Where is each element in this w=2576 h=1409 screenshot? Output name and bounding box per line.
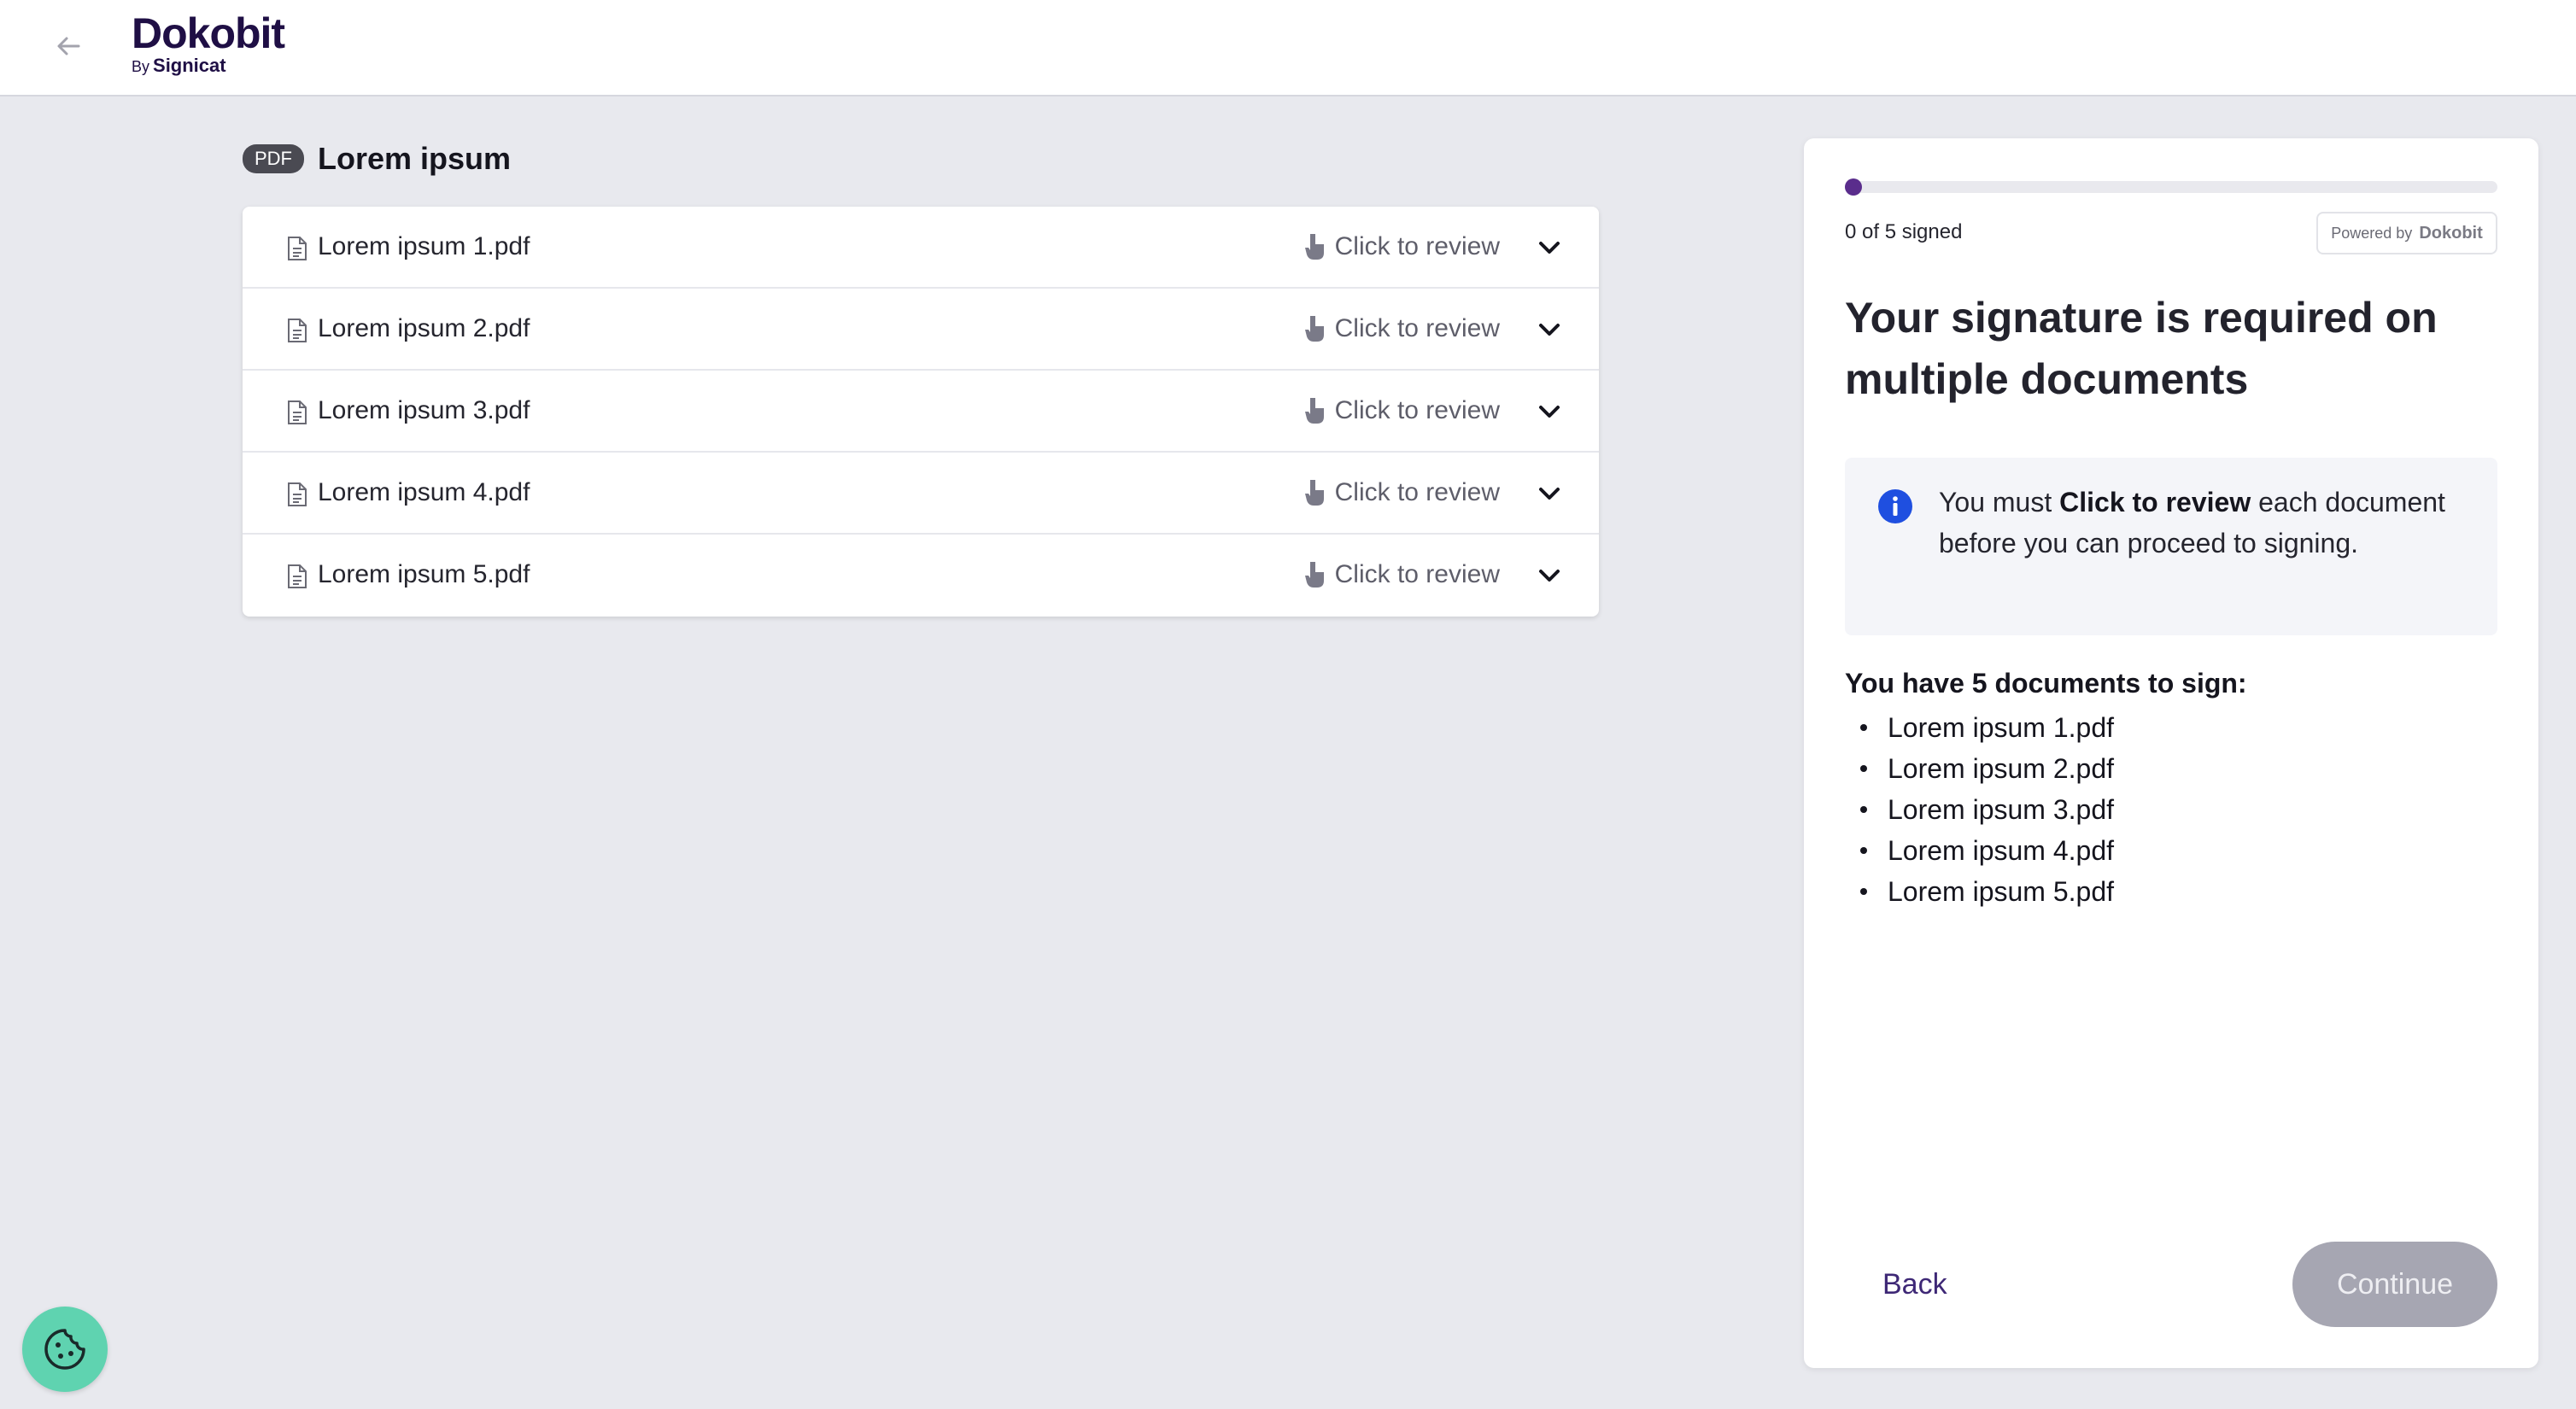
file-row[interactable]: Lorem ipsum 2.pdf Click to review [243, 289, 1599, 371]
signing-progress-bar [1845, 178, 2497, 196]
documents-heading: You have 5 documents to sign: [1845, 668, 2247, 699]
file-icon [288, 564, 307, 588]
click-to-review[interactable]: Click to review [1304, 560, 1500, 589]
pointer-hand-icon [1304, 398, 1324, 424]
click-to-review[interactable]: Click to review [1304, 396, 1500, 425]
chevron-down-icon[interactable] [1537, 401, 1561, 422]
info-icon [1878, 489, 1912, 523]
bullet [1860, 724, 1867, 731]
chevron-down-icon[interactable] [1537, 565, 1561, 586]
file-list: Lorem ipsum 1.pdf Click to review Lorem … [243, 207, 1599, 617]
file-icon [288, 482, 307, 506]
document-title: Lorem ipsum [318, 141, 512, 176]
continue-button[interactable]: Continue [2292, 1242, 2497, 1327]
back-arrow-icon[interactable] [51, 29, 85, 63]
dokobit-logo[interactable]: Dokobit By Signicat [132, 9, 285, 75]
back-button[interactable]: Back [1845, 1242, 1999, 1327]
document-name: Lorem ipsum 3.pdf [1888, 794, 2115, 825]
file-name: Lorem ipsum 2.pdf [318, 314, 530, 342]
pointer-hand-icon [1304, 480, 1324, 506]
review-label: Click to review [1334, 314, 1500, 342]
document-name: Lorem ipsum 5.pdf [1888, 876, 2115, 907]
progress-label: 0 of 5 signed [1845, 220, 1963, 243]
click-to-review[interactable]: Click to review [1304, 314, 1500, 343]
file-name: Lorem ipsum 4.pdf [318, 478, 530, 506]
pdf-badge: PDF [243, 144, 304, 173]
document-name: Lorem ipsum 4.pdf [1888, 835, 2115, 866]
chevron-down-icon[interactable] [1537, 319, 1561, 340]
bullet [1860, 847, 1867, 854]
powered-by-badge[interactable]: Powered by Dokobit [2316, 212, 2497, 254]
progress-indicator [1845, 178, 1862, 196]
document-name: Lorem ipsum 2.pdf [1888, 753, 2115, 784]
file-name: Lorem ipsum 1.pdf [318, 232, 530, 260]
bullet [1860, 765, 1867, 772]
powered-by-brand: Dokobit [2419, 223, 2483, 243]
list-item: Lorem ipsum 1.pdf [1845, 707, 2114, 748]
bullet [1860, 806, 1867, 813]
document-name: Lorem ipsum 1.pdf [1888, 712, 2115, 743]
file-name: Lorem ipsum 5.pdf [318, 560, 530, 588]
pointer-hand-icon [1304, 234, 1324, 260]
click-to-review[interactable]: Click to review [1304, 232, 1500, 261]
file-icon [288, 400, 307, 424]
cookie-icon [44, 1329, 85, 1370]
file-row[interactable]: Lorem ipsum 5.pdf Click to review [243, 535, 1599, 617]
info-text: You must Click to review each document b… [1939, 482, 2468, 564]
pointer-hand-icon [1304, 316, 1324, 342]
review-label: Click to review [1334, 232, 1500, 260]
bullet [1860, 888, 1867, 895]
info-text-strong: Click to review [2059, 487, 2251, 517]
list-item: Lorem ipsum 5.pdf [1845, 871, 2114, 912]
logo-brand: Signicat [153, 55, 226, 76]
review-label: Click to review [1334, 560, 1500, 588]
info-notice: You must Click to review each document b… [1845, 458, 2497, 635]
logo-tagline: By Signicat [132, 56, 284, 75]
file-row[interactable]: Lorem ipsum 4.pdf Click to review [243, 453, 1599, 535]
file-row[interactable]: Lorem ipsum 1.pdf Click to review [243, 207, 1599, 289]
powered-by-label: Powered by [2331, 224, 2413, 242]
file-name: Lorem ipsum 3.pdf [318, 396, 530, 424]
top-bar: Dokobit By Signicat [0, 0, 2576, 96]
chevron-down-icon[interactable] [1537, 483, 1561, 504]
pointer-hand-icon [1304, 562, 1324, 588]
list-item: Lorem ipsum 3.pdf [1845, 789, 2114, 830]
logo-name: Dokobit [132, 9, 285, 57]
list-item: Lorem ipsum 2.pdf [1845, 748, 2114, 789]
documents-list: Lorem ipsum 1.pdf Lorem ipsum 2.pdf Lore… [1845, 707, 2114, 912]
file-icon [288, 237, 307, 260]
file-icon [288, 319, 307, 342]
document-header: PDF Lorem ipsum [243, 141, 512, 176]
cookie-settings-button[interactable] [22, 1307, 108, 1392]
info-text-before: You must [1939, 487, 2060, 517]
review-label: Click to review [1334, 478, 1500, 506]
click-to-review[interactable]: Click to review [1304, 478, 1500, 507]
logo-by: By [132, 58, 150, 75]
review-label: Click to review [1334, 396, 1500, 424]
chevron-down-icon[interactable] [1537, 237, 1561, 258]
file-row[interactable]: Lorem ipsum 3.pdf Click to review [243, 371, 1599, 453]
list-item: Lorem ipsum 4.pdf [1845, 830, 2114, 871]
signing-panel: 0 of 5 signed Powered by Dokobit Your si… [1804, 138, 2538, 1368]
panel-heading: Your signature is required on multiple d… [1845, 294, 2438, 403]
